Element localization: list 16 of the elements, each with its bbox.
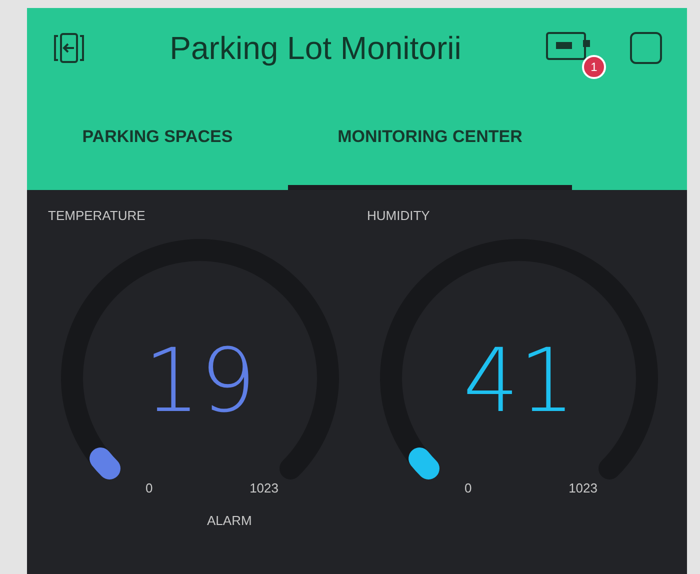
exit-icon[interactable] <box>52 31 86 65</box>
gauge-min: 0 <box>146 480 153 496</box>
square-icon[interactable] <box>629 31 663 65</box>
notification-badge: 1 <box>582 55 606 79</box>
tab[interactable]: MONITORING CENTER <box>288 88 572 190</box>
app-title: Parking Lot Monitorii <box>168 30 462 66</box>
tab[interactable]: PARKING SPACES <box>27 88 288 190</box>
device-board-icon[interactable] <box>545 31 591 61</box>
gauge-min: 0 <box>464 480 472 496</box>
gauge-label: HUMIDITY <box>367 208 430 223</box>
gauge-max: 1023 <box>568 480 598 496</box>
gauge-label: TEMPERATURE <box>48 208 146 223</box>
alarm-label: ALARM <box>207 513 252 528</box>
gauge-max: 1023 <box>250 480 278 496</box>
gauge-value: 41 <box>463 329 575 432</box>
gauge-value: 19 <box>144 329 256 432</box>
